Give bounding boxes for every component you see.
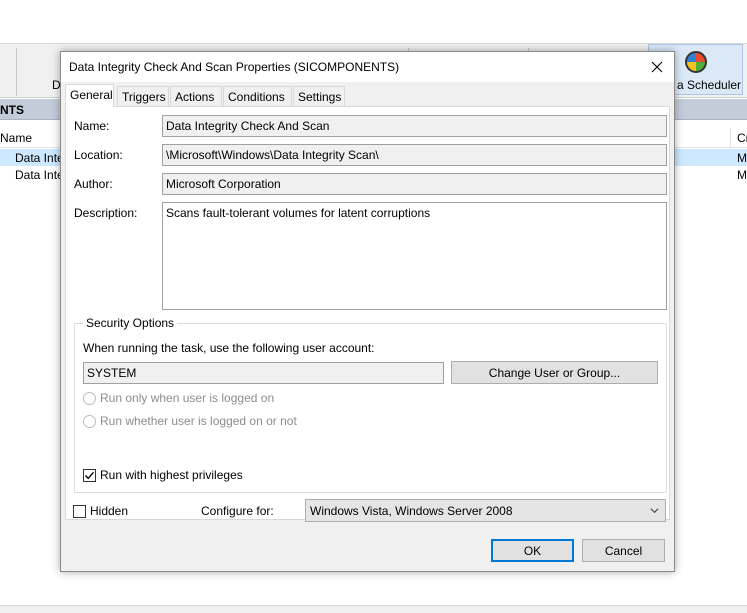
- column-name-header[interactable]: Name: [0, 131, 32, 145]
- radio-circle-icon: [83, 414, 96, 428]
- tab-general[interactable]: General: [65, 84, 114, 107]
- dialog-titlebar[interactable]: Data Integrity Check And Scan Properties…: [61, 52, 674, 82]
- security-options-group: Security Options When running the task, …: [74, 316, 667, 493]
- row-author: Mi: [737, 168, 747, 182]
- tab-conditions[interactable]: Conditions: [223, 86, 292, 106]
- run-only-logged-on-label: Run only when user is logged on: [100, 391, 275, 405]
- run-whether-logged-on-label: Run whether user is logged on or not: [100, 414, 297, 428]
- run-whether-logged-on-radio[interactable]: Run whether user is logged on or not: [83, 414, 297, 428]
- tab-settings[interactable]: Settings: [293, 86, 345, 106]
- close-button[interactable]: [640, 52, 674, 82]
- author-label: Author:: [74, 177, 113, 191]
- section-header-label: NTS: [0, 103, 24, 117]
- tab-triggers[interactable]: Triggers: [117, 86, 169, 106]
- ok-button[interactable]: OK: [491, 539, 574, 562]
- checkbox-box: [73, 504, 86, 518]
- change-user-button[interactable]: Change User or Group...: [451, 361, 658, 384]
- properties-dialog: Data Integrity Check And Scan Properties…: [60, 51, 675, 572]
- highest-privileges-label: Run with highest privileges: [100, 468, 243, 482]
- name-label: Name:: [74, 119, 110, 133]
- chevron-down-icon: [650, 508, 659, 514]
- configure-for-label: Configure for:: [201, 504, 274, 518]
- windows-logo-icon: [685, 51, 707, 73]
- name-field[interactable]: Data Integrity Check And Scan: [162, 115, 667, 137]
- background-status-bar: [0, 605, 747, 613]
- dialog-title: Data Integrity Check And Scan Properties…: [69, 60, 400, 74]
- location-label: Location:: [74, 148, 123, 162]
- close-icon: [651, 61, 663, 73]
- column-created-header[interactable]: Cr: [737, 131, 747, 145]
- column-separator: [730, 128, 731, 148]
- configure-for-dropdown[interactable]: Windows Vista, Windows Server 2008: [305, 499, 666, 522]
- checkmark-icon: [84, 471, 95, 479]
- radio-circle-icon: [83, 391, 96, 405]
- hidden-label: Hidden: [90, 504, 129, 518]
- task-scheduler-label: a Scheduler: [677, 78, 742, 92]
- row-author: Mi: [737, 151, 747, 165]
- hidden-checkbox[interactable]: Hidden: [73, 504, 128, 518]
- run-only-logged-on-radio[interactable]: Run only when user is logged on: [83, 391, 274, 405]
- description-textarea[interactable]: Scans fault-tolerant volumes for latent …: [162, 202, 667, 310]
- tab-actions[interactable]: Actions: [170, 86, 222, 106]
- location-field[interactable]: \Microsoft\Windows\Data Integrity Scan\: [162, 144, 667, 166]
- account-prompt-label: When running the task, use the following…: [83, 341, 375, 355]
- toolbar-separator: [16, 48, 17, 96]
- author-field[interactable]: Microsoft Corporation: [162, 173, 667, 195]
- highest-privileges-checkbox[interactable]: Run with highest privileges: [83, 468, 243, 482]
- cancel-button[interactable]: Cancel: [582, 539, 665, 562]
- checkbox-box: [83, 468, 96, 482]
- general-tab-panel: Name: Data Integrity Check And Scan Loca…: [65, 106, 670, 520]
- row-name: Data Inte: [15, 151, 64, 165]
- row-name: Data Inte: [15, 168, 64, 182]
- user-account-field[interactable]: SYSTEM: [83, 362, 444, 384]
- security-options-title: Security Options: [83, 316, 178, 330]
- configure-for-value: Windows Vista, Windows Server 2008: [310, 504, 513, 518]
- description-label: Description:: [74, 206, 138, 220]
